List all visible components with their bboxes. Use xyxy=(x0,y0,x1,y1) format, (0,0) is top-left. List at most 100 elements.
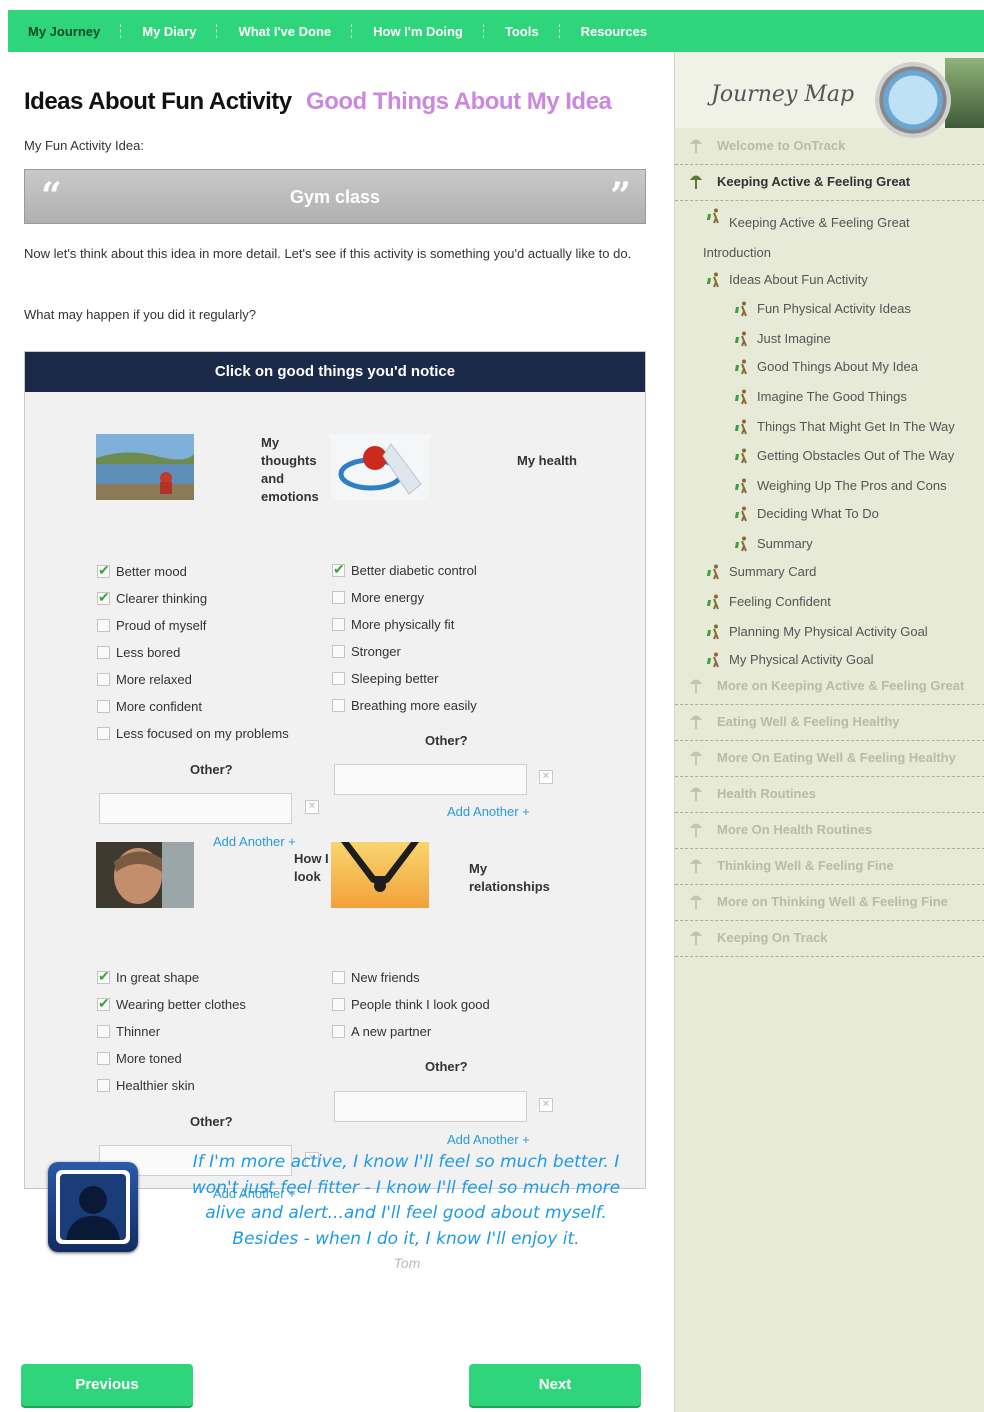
sidebar-item[interactable]: Summary xyxy=(675,530,984,558)
clear-icon[interactable]: ✕ xyxy=(305,800,319,814)
sidebar-section[interactable]: More On Eating Well & Feeling Healthy xyxy=(675,740,984,777)
checkbox[interactable] xyxy=(97,673,110,686)
sidebar-item[interactable]: Planning My Physical Activity Goal xyxy=(675,618,984,646)
checkbox-row[interactable]: Less bored xyxy=(97,645,180,660)
checkbox-row[interactable]: Less focused on my problems xyxy=(97,726,289,741)
checkbox-row[interactable]: In great shape xyxy=(97,968,199,985)
checkbox-row[interactable]: Better mood xyxy=(97,562,187,579)
checkbox[interactable] xyxy=(97,700,110,713)
sidebar-item[interactable]: Just Imagine xyxy=(675,325,984,353)
checkbox-row[interactable]: Clearer thinking xyxy=(97,589,207,606)
sidebar-item[interactable]: Good Things About My Idea xyxy=(675,353,984,381)
checkbox-row[interactable]: More relaxed xyxy=(97,672,192,687)
checkbox[interactable] xyxy=(97,1052,110,1065)
sidebar-section[interactable]: More on Keeping Active & Feeling Great xyxy=(675,668,984,705)
checkbox-row[interactable]: Sleeping better xyxy=(332,671,438,686)
other-thoughts-input[interactable] xyxy=(99,793,292,824)
nav-my-diary[interactable]: My Diary xyxy=(122,24,216,39)
sidebar-item[interactable]: Imagine The Good Things xyxy=(675,383,984,411)
sidebar-item[interactable]: Weighing Up The Pros and Cons xyxy=(675,472,984,500)
sidebar-item[interactable]: Keeping Active & Feeling Great Introduct… xyxy=(675,204,984,260)
sidebar-item[interactable]: Fun Physical Activity Ideas xyxy=(675,295,984,323)
add-another-link[interactable]: Add Another + xyxy=(213,834,296,849)
checkbox-row[interactable]: A new partner xyxy=(332,1024,431,1039)
checkbox-row[interactable]: Proud of myself xyxy=(97,618,206,633)
checkbox-row[interactable]: More physically fit xyxy=(332,617,454,632)
checkbox-row[interactable]: Breathing more easily xyxy=(332,698,477,713)
sidebar-section[interactable]: Thinking Well & Feeling Fine xyxy=(675,848,984,885)
idea-box: “ Gym class ” xyxy=(24,169,646,224)
checkbox[interactable] xyxy=(332,971,345,984)
nav-what-ive-done[interactable]: What I've Done xyxy=(218,24,351,39)
good-things-panel: Click on good things you'd notice My tho… xyxy=(24,351,646,1201)
sidebar-item-label: Getting Obstacles Out of The Way xyxy=(757,448,955,463)
checkbox-label: Proud of myself xyxy=(116,618,207,633)
checkbox-row[interactable]: Thinner xyxy=(97,1024,160,1039)
add-another-link[interactable]: Add Another + xyxy=(447,1132,530,1147)
page-subtitle: Good Things About My Idea xyxy=(306,88,612,115)
next-button[interactable]: Next xyxy=(469,1364,641,1406)
sidebar-section[interactable]: Keeping On Track xyxy=(675,920,984,957)
previous-button[interactable]: Previous xyxy=(21,1364,193,1406)
clear-icon[interactable]: ✕ xyxy=(539,1098,553,1112)
other-health-input[interactable] xyxy=(334,764,527,795)
tree-icon xyxy=(689,821,703,837)
sidebar-section[interactable]: Keeping Active & Feeling Great xyxy=(675,164,984,201)
sidebar-item-label: Just Imagine xyxy=(757,331,831,346)
checkbox-checked[interactable] xyxy=(97,562,110,579)
sidebar-section-label: More on Keeping Active & Feeling Great xyxy=(717,678,965,693)
sidebar-section-label: Thinking Well & Feeling Fine xyxy=(717,858,894,873)
sidebar-item[interactable]: Ideas About Fun Activity xyxy=(675,266,984,294)
checkbox[interactable] xyxy=(97,1025,110,1038)
checkbox[interactable] xyxy=(332,618,345,631)
sidebar-section[interactable]: Health Routines xyxy=(675,776,984,813)
checkbox[interactable] xyxy=(97,619,110,632)
sidebar-item[interactable]: Feeling Confident xyxy=(675,588,984,616)
checkbox-row[interactable]: New friends xyxy=(332,970,420,985)
checkbox-row[interactable]: More toned xyxy=(97,1051,182,1066)
checkbox-row[interactable]: Stronger xyxy=(332,644,401,659)
sidebar-section[interactable]: More On Health Routines xyxy=(675,812,984,849)
nav-tools[interactable]: Tools xyxy=(485,24,559,39)
checkbox[interactable] xyxy=(332,699,345,712)
checkbox[interactable] xyxy=(332,591,345,604)
checkbox[interactable] xyxy=(332,672,345,685)
add-another-link[interactable]: Add Another + xyxy=(447,804,530,819)
other-relationships-input[interactable] xyxy=(334,1091,527,1122)
checkbox[interactable] xyxy=(97,1079,110,1092)
walker-icon xyxy=(733,419,749,435)
nav-resources[interactable]: Resources xyxy=(561,24,667,39)
checkbox-checked[interactable] xyxy=(332,561,345,578)
checkbox-row[interactable]: Healthier skin xyxy=(97,1078,195,1093)
tree-icon xyxy=(689,857,703,873)
checkbox[interactable] xyxy=(332,1025,345,1038)
sidebar-section[interactable]: More on Thinking Well & Feeling Fine xyxy=(675,884,984,921)
sidebar-item[interactable]: Things That Might Get In The Way xyxy=(675,413,984,441)
walker-icon xyxy=(733,301,749,317)
checkbox[interactable] xyxy=(97,727,110,740)
group-title: My health xyxy=(517,453,577,468)
checkbox-label: Better diabetic control xyxy=(351,563,477,578)
checkbox[interactable] xyxy=(332,998,345,1011)
sidebar-item[interactable]: Deciding What To Do xyxy=(675,500,984,528)
sidebar-section[interactable]: Welcome to OnTrack xyxy=(675,128,984,165)
checkbox-row[interactable]: More confident xyxy=(97,699,202,714)
landscape-image xyxy=(945,58,984,128)
checkbox-row[interactable]: More energy xyxy=(332,590,424,605)
checkbox-row[interactable]: Wearing better clothes xyxy=(97,995,246,1012)
nav-how-im-doing[interactable]: How I'm Doing xyxy=(353,24,483,39)
checkbox-checked[interactable] xyxy=(97,589,110,606)
holding-hands-photo xyxy=(331,842,429,908)
sidebar-item[interactable]: Getting Obstacles Out of The Way xyxy=(675,442,984,470)
nav-my-journey[interactable]: My Journey xyxy=(8,24,120,39)
sidebar-item[interactable]: Summary Card xyxy=(675,558,984,586)
checkbox-label: Healthier skin xyxy=(116,1078,195,1093)
sidebar-section[interactable]: Eating Well & Feeling Healthy xyxy=(675,704,984,741)
checkbox-row[interactable]: People think I look good xyxy=(332,997,490,1012)
checkbox[interactable] xyxy=(332,645,345,658)
checkbox[interactable] xyxy=(97,646,110,659)
checkbox-checked[interactable] xyxy=(97,968,110,985)
checkbox-checked[interactable] xyxy=(97,995,110,1012)
clear-icon[interactable]: ✕ xyxy=(539,770,553,784)
checkbox-row[interactable]: Better diabetic control xyxy=(332,561,477,578)
